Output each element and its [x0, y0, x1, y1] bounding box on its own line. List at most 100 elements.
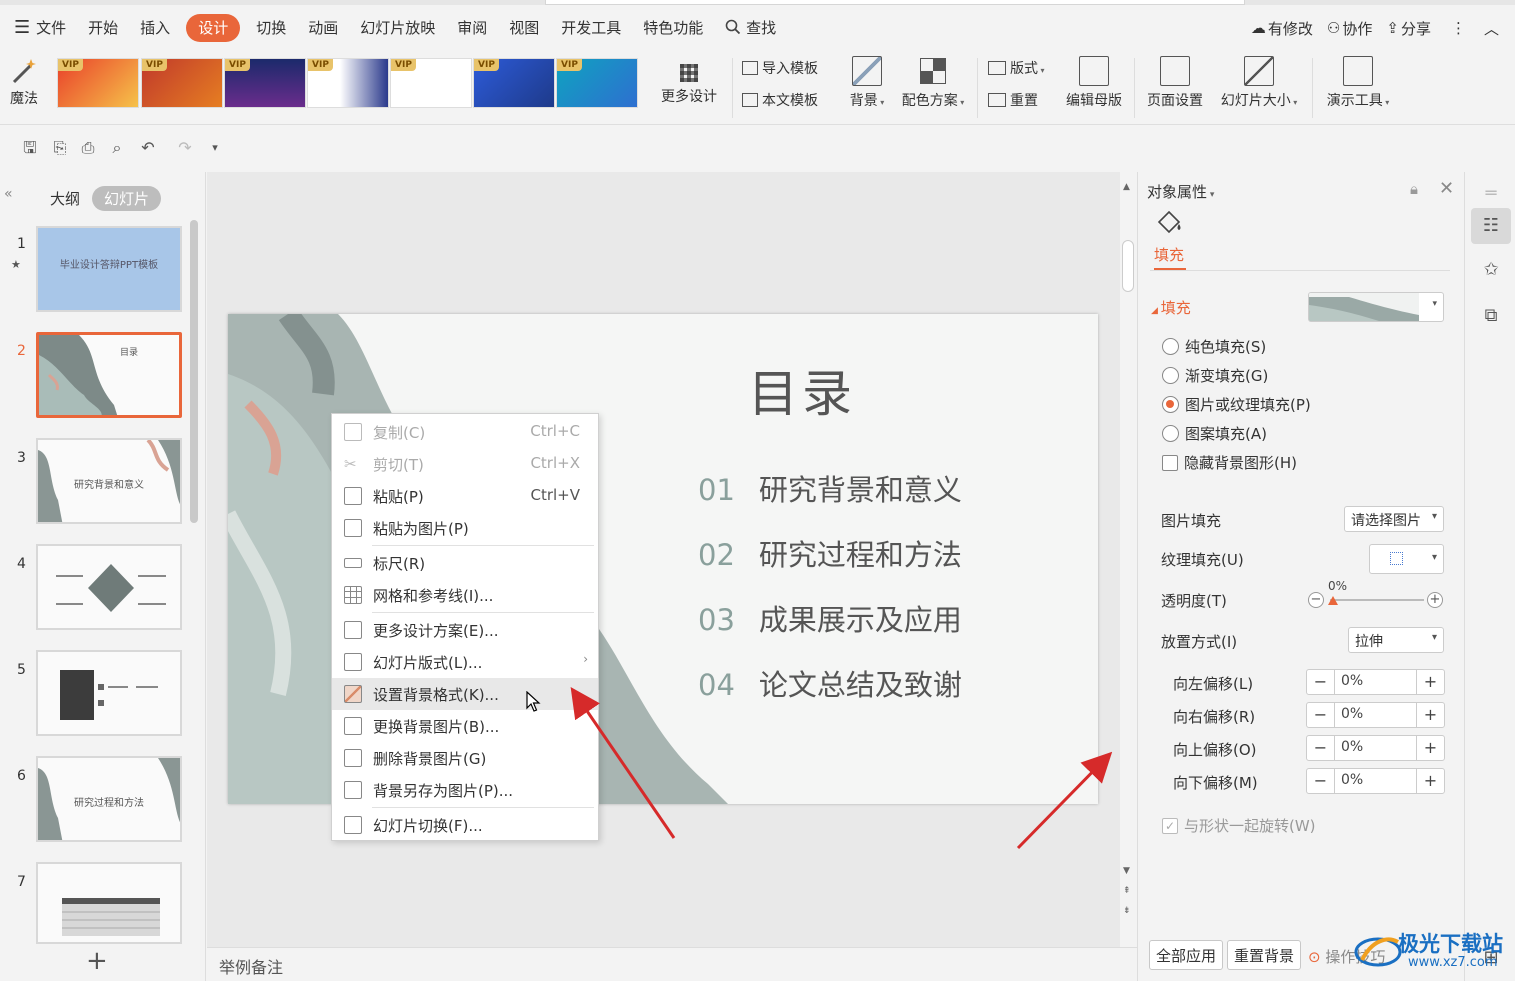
fill-section-header[interactable]: ◢ 填充: [1151, 297, 1191, 318]
fill-preview-dropdown[interactable]: ▾: [1308, 292, 1444, 322]
tab-fill[interactable]: 填充: [1154, 244, 1184, 265]
this-template-button[interactable]: 本文模板: [742, 90, 830, 110]
radio-solid-fill[interactable]: 纯色填充(S): [1162, 336, 1266, 357]
template-thumb-3[interactable]: VIP: [224, 58, 306, 108]
transparency-slider[interactable]: − 0% +: [1308, 579, 1446, 610]
menu-format-background[interactable]: 设置背景格式(K)...: [332, 678, 598, 710]
menu-animation[interactable]: 动画: [297, 14, 349, 42]
toc-row[interactable]: 04 论文总结及致谢: [698, 662, 962, 704]
page-setup-button[interactable]: 页面设置: [1142, 52, 1208, 110]
reset-background-button[interactable]: 重置背景: [1227, 940, 1302, 970]
search-button[interactable]: 查找: [714, 14, 787, 42]
menu-review[interactable]: 审阅: [446, 14, 498, 42]
menu-cut[interactable]: ✂ 剪切(T) Ctrl+X: [332, 448, 598, 480]
menu-save-bg-picture[interactable]: 背景另存为图片(P)...: [332, 774, 598, 806]
transform-icon[interactable]: ⧉: [1471, 298, 1511, 334]
next-slide-icon[interactable]: ⇟: [1123, 906, 1131, 916]
template-thumb-5[interactable]: VIP: [390, 58, 472, 108]
menu-home[interactable]: 开始: [77, 14, 129, 42]
menu-developer[interactable]: 开发工具: [550, 14, 632, 42]
magic-button[interactable]: 魔法: [6, 52, 42, 108]
collapse-ribbon-icon[interactable]: ︿: [1484, 18, 1499, 39]
slide-thumb-5[interactable]: [36, 650, 182, 736]
menu-slide-layout[interactable]: 幻灯片版式(L)... ›: [332, 646, 598, 678]
save-icon[interactable]: 🖫: [20, 138, 40, 158]
menu-design[interactable]: 设计: [186, 14, 241, 42]
more-icon[interactable]: ⋮: [1451, 19, 1466, 37]
plus-icon[interactable]: +: [1427, 592, 1443, 608]
radio-pattern-fill[interactable]: 图案填充(A): [1162, 423, 1267, 444]
hide-bg-shapes-checkbox[interactable]: 隐藏背景图形(H): [1162, 452, 1297, 473]
undo-icon[interactable]: ↶: [138, 138, 158, 158]
active-doc-tab[interactable]: [545, 0, 1245, 5]
template-thumb-7[interactable]: VIP: [556, 58, 638, 108]
texture-fill-dropdown[interactable]: ▾: [1369, 544, 1444, 574]
more-design-button[interactable]: 更多设计: [656, 52, 722, 106]
minus-icon[interactable]: −: [1307, 769, 1335, 793]
presenter-tools-button[interactable]: 演示工具 ▾: [1320, 52, 1396, 110]
prev-slide-icon[interactable]: ⇞: [1123, 886, 1131, 896]
template-thumb-6[interactable]: VIP: [473, 58, 555, 108]
menu-paste-as-picture[interactable]: 粘贴为图片(P): [332, 512, 598, 544]
share-button[interactable]: ⇪ 分享: [1386, 18, 1431, 39]
radio-picture-fill[interactable]: 图片或纹理填充(P): [1162, 394, 1311, 415]
minus-icon[interactable]: −: [1307, 670, 1335, 694]
panel-title[interactable]: 对象属性 ▾: [1147, 181, 1214, 202]
add-slide-button[interactable]: +: [86, 946, 108, 976]
offset-left-stepper[interactable]: −0% +: [1306, 669, 1445, 695]
menu-transitions[interactable]: 切换: [245, 14, 297, 42]
slide-thumb-4[interactable]: [36, 544, 182, 630]
customize-qat-icon[interactable]: ▾: [205, 138, 225, 158]
slider-thumb[interactable]: [1328, 596, 1338, 605]
menu-features[interactable]: 特色功能: [632, 14, 714, 42]
menu-delete-bg-picture[interactable]: 删除背景图片(G): [332, 742, 598, 774]
toc-row[interactable]: 03 成果展示及应用: [698, 597, 962, 639]
import-template-button[interactable]: 导入模板: [742, 58, 830, 78]
properties-icon[interactable]: ☷: [1471, 208, 1511, 244]
slide-thumb-1[interactable]: 毕业设计答辩PPT模板: [36, 226, 182, 312]
placement-dropdown[interactable]: 拉伸 ▾: [1348, 627, 1444, 653]
hamburger-icon[interactable]: ☰: [10, 14, 36, 42]
menu-file[interactable]: 文件: [36, 14, 77, 42]
scroll-down-icon[interactable]: ▼: [1123, 866, 1130, 876]
menu-insert[interactable]: 插入: [129, 14, 181, 42]
scroll-up-icon[interactable]: ▲: [1123, 182, 1130, 192]
slide-thumb-3[interactable]: 研究背景和意义: [36, 438, 182, 524]
menu-paste[interactable]: 粘贴(P) Ctrl+V: [332, 480, 598, 512]
layout-button[interactable]: 版式 ▾: [988, 58, 1054, 78]
plus-icon[interactable]: +: [1416, 703, 1444, 727]
menu-slideshow[interactable]: 幻灯片放映: [349, 14, 446, 42]
lock-icon[interactable]: 🔒︎: [1410, 180, 1418, 198]
radio-gradient-fill[interactable]: 渐变填充(G): [1162, 365, 1268, 386]
offset-down-stepper[interactable]: −0% +: [1306, 768, 1445, 794]
plus-icon[interactable]: +: [1416, 736, 1444, 760]
slides-scrollbar[interactable]: [190, 220, 198, 523]
minus-icon[interactable]: −: [1307, 736, 1335, 760]
menu-grid-guides[interactable]: 网格和参考线(I)...: [332, 579, 598, 611]
template-thumb-4[interactable]: VIP: [307, 58, 389, 108]
scroll-thumb[interactable]: [1122, 240, 1134, 292]
notes-pane[interactable]: 举例备注: [207, 947, 1137, 981]
toc-row[interactable]: 02 研究过程和方法: [698, 532, 962, 574]
menu-change-bg-picture[interactable]: 更换背景图片(B)...: [332, 710, 598, 742]
menu-more-designs[interactable]: 更多设计方案(E)...: [332, 614, 598, 646]
slide-thumb-2[interactable]: 目录: [36, 332, 182, 418]
template-thumb-1[interactable]: VIP: [57, 58, 139, 108]
redo-icon[interactable]: ↷: [175, 138, 195, 158]
close-icon[interactable]: ✕: [1439, 178, 1454, 199]
offset-right-stepper[interactable]: −0% +: [1306, 702, 1445, 728]
offset-up-stepper[interactable]: −0% +: [1306, 735, 1445, 761]
tab-outline[interactable]: 大纲: [38, 186, 92, 211]
toc-row[interactable]: 01 研究背景和意义: [698, 467, 962, 509]
rotate-with-shape-checkbox[interactable]: ✓ 与形状一起旋转(W): [1162, 815, 1316, 836]
collapse-panel-icon[interactable]: «: [4, 186, 13, 202]
tab-slides[interactable]: 幻灯片: [92, 186, 162, 211]
slide-title[interactable]: 目录: [748, 354, 856, 426]
menu-view[interactable]: 视图: [498, 14, 550, 42]
minus-icon[interactable]: −: [1308, 592, 1324, 608]
minus-icon[interactable]: −: [1307, 703, 1335, 727]
reset-button[interactable]: 重置: [988, 90, 1054, 110]
picture-fill-dropdown[interactable]: 请选择图片 ▾: [1344, 506, 1444, 532]
print-icon[interactable]: ⎙: [78, 138, 98, 158]
menu-slide-transition[interactable]: 幻灯片切换(F)...: [332, 809, 598, 841]
